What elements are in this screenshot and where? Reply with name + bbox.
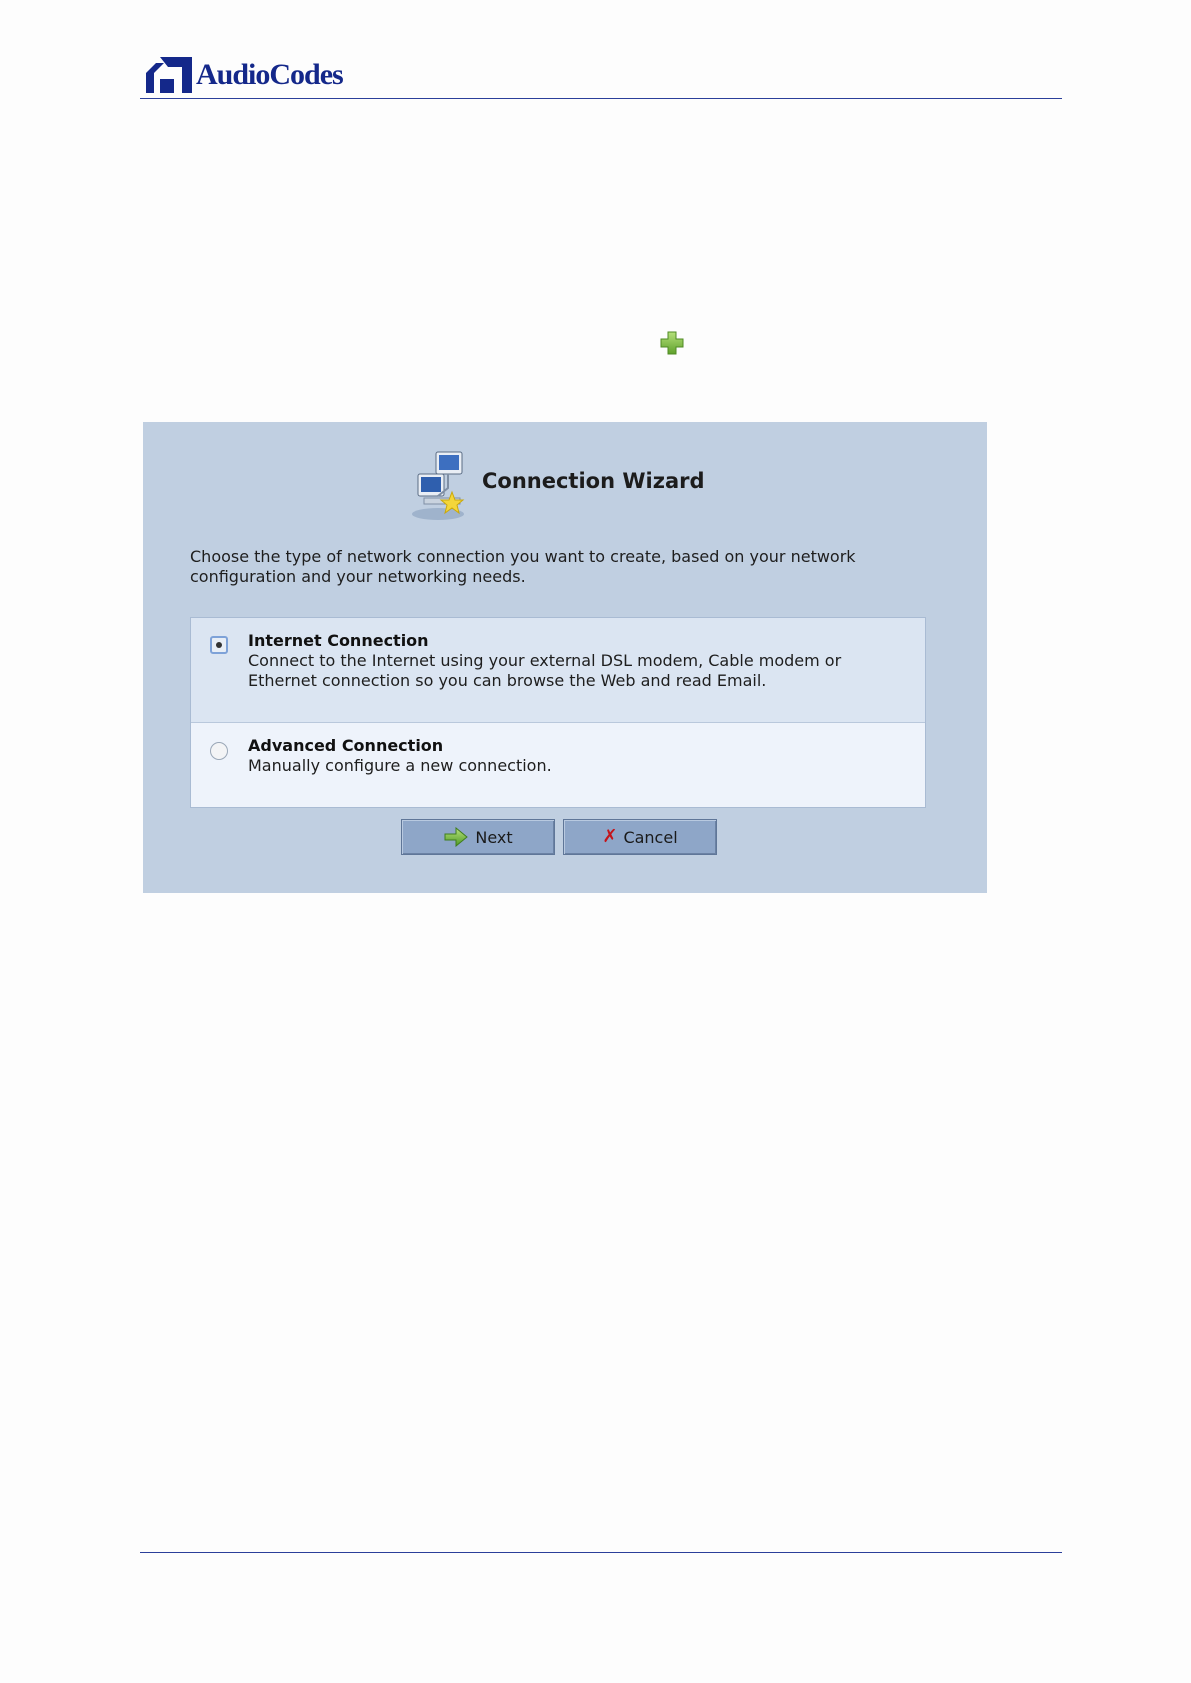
next-button[interactable]: Next [401,819,555,855]
option-title: Advanced Connection [248,736,444,755]
footer-rule [140,1552,1062,1553]
connection-wizard-panel: Connection Wizard Choose the type of net… [143,422,987,893]
advanced-connection-radio[interactable] [210,742,228,760]
next-arrow-icon [444,827,469,847]
logo-text: AudioCodes [196,58,344,91]
plus-icon [660,331,684,355]
next-label: Next [475,827,513,847]
cancel-button[interactable]: ✗ Cancel [563,819,717,855]
connection-wizard-icon [412,451,465,520]
audiocodes-logo: AudioCodes [146,57,344,93]
option-internet-connection[interactable]: Internet Connection Connect to the Inter… [191,618,925,723]
connection-type-options: Internet Connection Connect to the Inter… [190,617,926,808]
option-description: Manually configure a new connection. [248,756,552,775]
internet-connection-radio[interactable] [210,636,228,654]
wizard-title: Connection Wizard [482,469,705,493]
option-title: Internet Connection [248,631,429,650]
header-rule [140,98,1062,99]
cancel-x-icon: ✗ [602,826,618,847]
wizard-header: Connection Wizard [408,448,705,522]
cancel-label: Cancel [623,827,678,847]
option-description: Connect to the Internet using your exter… [248,651,842,690]
audiocodes-logo-icon [146,57,192,93]
option-advanced-connection[interactable]: Advanced Connection Manually configure a… [191,723,925,807]
wizard-description: Choose the type of network connection yo… [190,547,856,586]
